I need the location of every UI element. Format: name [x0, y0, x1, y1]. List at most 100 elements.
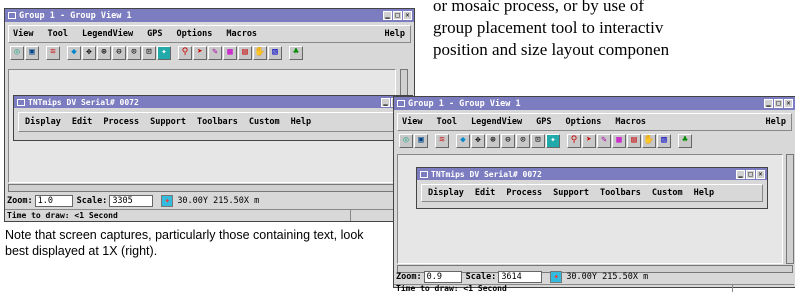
- select-icon[interactable]: ◆: [67, 45, 81, 60]
- left-dv-titlebar[interactable]: TNTmips DV Serial# 0072 ▁ □ ✕: [14, 96, 412, 108]
- menu-view[interactable]: View: [402, 117, 422, 127]
- menu-macros[interactable]: Macros: [615, 117, 646, 127]
- search-icon[interactable]: ⚲: [178, 45, 192, 60]
- edit-icon[interactable]: ✎: [597, 133, 611, 148]
- menu-help[interactable]: Help: [385, 29, 405, 39]
- menu-view[interactable]: View: [13, 29, 33, 39]
- status-divider: [732, 285, 733, 292]
- zoom-full-icon[interactable]: ⊙: [127, 45, 141, 60]
- close-icon[interactable]: ✕: [784, 99, 793, 108]
- gps-icon[interactable]: ✦: [157, 45, 171, 60]
- menu-gps[interactable]: GPS: [536, 117, 551, 127]
- dv-menu-display[interactable]: Display: [428, 188, 464, 198]
- dv-minimize-icon[interactable]: ▁: [736, 169, 745, 179]
- dv-maximize-icon[interactable]: □: [746, 169, 755, 179]
- right-window-titlebar[interactable]: Group 1 - Group View 1 ▁ □ ✕: [394, 97, 795, 110]
- dv-menu-edit[interactable]: Edit: [475, 188, 495, 198]
- maximize-icon[interactable]: □: [774, 99, 783, 108]
- scale-field[interactable]: 3614: [498, 271, 543, 283]
- search-icon[interactable]: ⚲: [567, 133, 581, 148]
- dv-menu-display[interactable]: Display: [25, 117, 61, 127]
- window-icon[interactable]: ▣: [25, 45, 39, 60]
- left-horizontal-scrollbar[interactable]: [8, 184, 408, 192]
- layer-icon[interactable]: ≋: [435, 133, 449, 148]
- pointer-icon[interactable]: ➤: [582, 133, 596, 148]
- window-menu-icon[interactable]: [8, 12, 16, 19]
- dv-window-menu-icon[interactable]: [420, 170, 428, 178]
- menu-options[interactable]: Options: [177, 29, 213, 39]
- dv-window-menu-icon[interactable]: [17, 98, 25, 106]
- pan-icon[interactable]: ✥: [471, 133, 485, 148]
- map-icon[interactable]: ▧: [268, 45, 282, 60]
- dv-menu-help[interactable]: Help: [694, 188, 714, 198]
- minimize-icon[interactable]: ▁: [383, 11, 392, 20]
- hand-icon[interactable]: ✋: [642, 133, 656, 148]
- raster-icon[interactable]: ▦: [223, 45, 237, 60]
- left-window-titlebar[interactable]: Group 1 - Group View 1 ▁ □ ✕: [5, 9, 414, 22]
- maximize-icon[interactable]: □: [393, 11, 402, 20]
- zoom-label: Zoom:: [396, 272, 422, 282]
- right-dv-titlebar[interactable]: TNTmips DV Serial# 0072 ▁ □ ✕: [417, 168, 767, 180]
- window-icon[interactable]: ▣: [414, 133, 428, 148]
- menu-legendview[interactable]: LegendView: [82, 29, 133, 39]
- pan-icon[interactable]: ✥: [82, 45, 96, 60]
- map-icon[interactable]: ▧: [657, 133, 671, 148]
- status-divider: [350, 210, 351, 221]
- menu-help[interactable]: Help: [766, 117, 786, 127]
- menu-gps[interactable]: GPS: [147, 29, 162, 39]
- right-statusbar: Zoom: 0.9 Scale: 3614 ✦ 30.00Y 215.50X m: [394, 270, 794, 284]
- position-icon[interactable]: ✦: [161, 195, 174, 207]
- display-icon[interactable]: ◎: [10, 45, 24, 60]
- dv-menu-custom[interactable]: Custom: [249, 117, 280, 127]
- zoom-field[interactable]: 0.9: [423, 271, 462, 283]
- dv-minimize-icon[interactable]: ▁: [381, 97, 390, 107]
- zoom-out-icon[interactable]: ⊖: [112, 45, 126, 60]
- object-icon[interactable]: ▤: [238, 45, 252, 60]
- zoom-in-icon[interactable]: ⊕: [486, 133, 500, 148]
- dv-menu-support[interactable]: Support: [150, 117, 186, 127]
- zoom-field[interactable]: 1.0: [34, 195, 73, 207]
- left-tntmips-dv-window: TNTmips DV Serial# 0072 ▁ □ ✕ Display Ed…: [13, 95, 413, 141]
- display-icon[interactable]: ◎: [399, 133, 413, 148]
- menu-macros[interactable]: Macros: [226, 29, 257, 39]
- menu-tool[interactable]: Tool: [47, 29, 67, 39]
- zoom-out-icon[interactable]: ⊖: [501, 133, 515, 148]
- dv-menu-toolbars[interactable]: Toolbars: [197, 117, 238, 127]
- dv-menu-edit[interactable]: Edit: [72, 117, 92, 127]
- dv-menu-toolbars[interactable]: Toolbars: [600, 188, 641, 198]
- pointer-icon[interactable]: ➤: [193, 45, 207, 60]
- object-icon[interactable]: ▤: [627, 133, 641, 148]
- window-menu-icon[interactable]: [397, 100, 405, 107]
- dv-menu-help[interactable]: Help: [291, 117, 311, 127]
- menu-tool[interactable]: Tool: [436, 117, 456, 127]
- left-window-title: Group 1 - Group View 1: [19, 10, 132, 21]
- zoom-full-icon[interactable]: ⊙: [516, 133, 530, 148]
- right-menubar: View Tool LegendView GPS Options Macros …: [397, 113, 792, 131]
- dv-menu-custom[interactable]: Custom: [652, 188, 683, 198]
- raster-icon[interactable]: ▦: [612, 133, 626, 148]
- minimize-icon[interactable]: ▁: [764, 99, 773, 108]
- zoom-label: Zoom:: [7, 196, 33, 206]
- dv-menu-process[interactable]: Process: [103, 117, 139, 127]
- dv-menu-support[interactable]: Support: [553, 188, 589, 198]
- left-dv-menubar: Display Edit Process Support Toolbars Cu…: [18, 112, 408, 132]
- dv-close-icon[interactable]: ✕: [756, 169, 765, 179]
- menu-legendview[interactable]: LegendView: [471, 117, 522, 127]
- tree-icon[interactable]: ♣: [289, 45, 303, 60]
- layer-icon[interactable]: ≋: [46, 45, 60, 60]
- right-vertical-scrollbar[interactable]: [786, 154, 794, 264]
- scale-field[interactable]: 3305: [109, 195, 154, 207]
- position-icon[interactable]: ✦: [550, 271, 563, 283]
- zoom-in-icon[interactable]: ⊕: [97, 45, 111, 60]
- menu-options[interactable]: Options: [566, 117, 602, 127]
- zoom-box-icon[interactable]: ⊡: [142, 45, 156, 60]
- close-icon[interactable]: ✕: [403, 11, 412, 20]
- edit-icon[interactable]: ✎: [208, 45, 222, 60]
- hand-icon[interactable]: ✋: [253, 45, 267, 60]
- paragraph-line-2: group placement tool to interactiv: [433, 18, 664, 37]
- gps-icon[interactable]: ✦: [546, 133, 560, 148]
- select-icon[interactable]: ◆: [456, 133, 470, 148]
- tree-icon[interactable]: ♣: [678, 133, 692, 148]
- zoom-box-icon[interactable]: ⊡: [531, 133, 545, 148]
- dv-menu-process[interactable]: Process: [506, 188, 542, 198]
